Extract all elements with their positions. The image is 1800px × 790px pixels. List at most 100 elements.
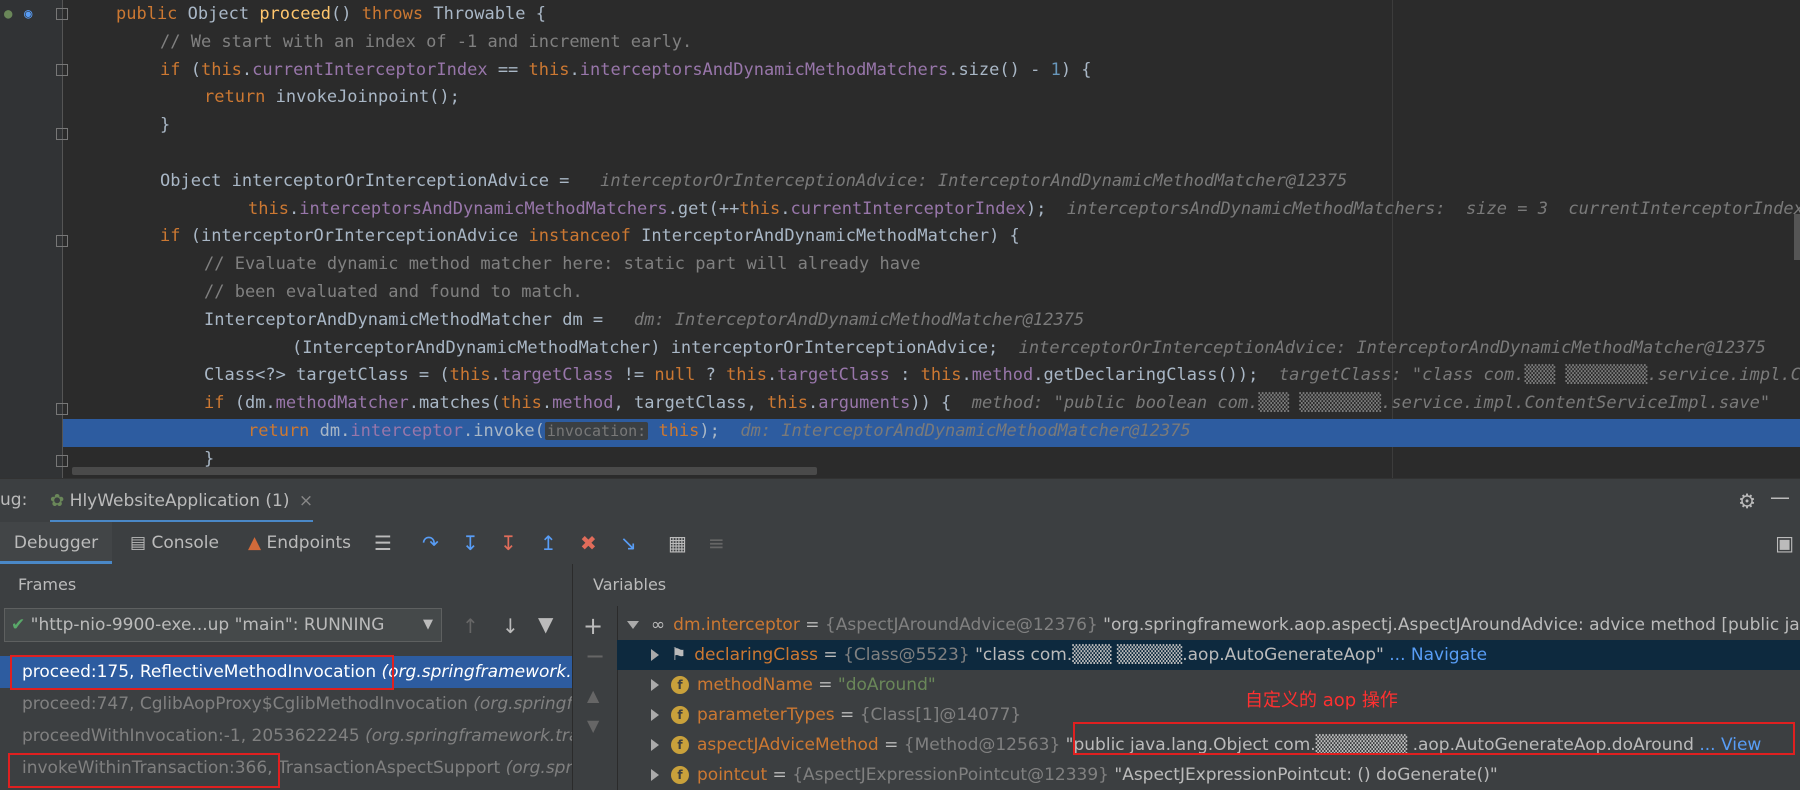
code-line[interactable]: InterceptorAndDynamicMethodMatcher dm = … bbox=[204, 306, 1084, 334]
gear-icon[interactable]: ⚙ bbox=[1738, 489, 1756, 513]
frame-up-icon[interactable]: ↑ bbox=[462, 614, 479, 638]
frame-item[interactable]: proceed:175, ReflectiveMethodInvocation … bbox=[0, 656, 572, 688]
code-line[interactable]: // been evaluated and found to match. bbox=[204, 278, 583, 306]
variable-type: {Class[1]@14077} bbox=[859, 705, 1022, 725]
code-line[interactable]: } bbox=[160, 111, 170, 139]
code-token: invokeJoinpoint(); bbox=[275, 87, 460, 108]
code-token: Throwable { bbox=[433, 4, 546, 24]
code-token: interceptor bbox=[350, 421, 463, 441]
frame-item[interactable]: proceedWithInvocation:-1, 2053622245 (or… bbox=[0, 720, 572, 752]
frame-package: (org.springframework.transaction) bbox=[505, 758, 572, 778]
move-up-icon[interactable]: ▲ bbox=[587, 686, 599, 705]
fold-marker-icon[interactable] bbox=[56, 403, 68, 415]
tab-console[interactable]: ▤ Console bbox=[130, 522, 219, 564]
code-token: )) { bbox=[910, 393, 952, 414]
fold-marker-icon[interactable] bbox=[56, 8, 68, 20]
expand-arrow-icon[interactable] bbox=[651, 649, 659, 661]
code-line[interactable]: this.interceptorsAndDynamicMethodMatcher… bbox=[248, 195, 1800, 223]
frame-method: proceed:175, ReflectiveMethodInvocation bbox=[22, 662, 377, 682]
variable-row[interactable]: f methodName = "doAround" bbox=[617, 670, 1800, 700]
code-token: currentInterceptorIndex bbox=[252, 59, 488, 80]
variable-row[interactable]: f parameterTypes = {Class[1]@14077} bbox=[617, 700, 1800, 730]
field-icon: f bbox=[671, 676, 689, 694]
filter-icon[interactable]: ▼ bbox=[538, 612, 553, 636]
frame-item[interactable]: proceed:747, CglibAopProxy$CglibMethodIn… bbox=[0, 688, 572, 720]
fold-marker-icon[interactable] bbox=[56, 64, 68, 76]
chevron-down-icon[interactable]: ▼ bbox=[423, 609, 433, 641]
code-token: . bbox=[288, 198, 300, 219]
variable-row[interactable]: ⚑ declaringClass = {Class@5523} "class co… bbox=[617, 640, 1800, 670]
drop-frame-icon[interactable]: ✖ bbox=[580, 532, 597, 554]
frame-down-icon[interactable]: ↓ bbox=[502, 614, 519, 638]
code-line[interactable]: if (interceptorOrInterceptionAdvice inst… bbox=[160, 222, 1020, 250]
code-line[interactable]: public Object proceed() throws Throwable… bbox=[116, 0, 546, 28]
code-line[interactable]: if (dm.methodMatcher.matches(this.method… bbox=[204, 389, 1770, 417]
code-line[interactable]: if (this.currentInterceptorIndex == this… bbox=[160, 56, 1092, 84]
endpoints-icon: ▲ bbox=[248, 533, 262, 553]
code-token: (InterceptorAndDynamicMethodMatcher) int… bbox=[292, 337, 999, 358]
horizontal-scrollbar[interactable] bbox=[72, 467, 817, 475]
code-token: targetClass bbox=[777, 365, 890, 386]
move-down-icon[interactable]: ▼ bbox=[587, 716, 599, 735]
variable-link[interactable]: ... View bbox=[1694, 735, 1761, 755]
code-line[interactable]: return dm.interceptor.invoke(invocation:… bbox=[248, 417, 1191, 445]
force-step-into-icon[interactable]: ↧ bbox=[500, 532, 517, 554]
debugger-toolbar: Debugger ▤ Console ▲ Endpoints ☰ ↷ ↧ ↧ ↥… bbox=[0, 522, 1800, 565]
code-token: Object bbox=[187, 4, 260, 24]
code-token: this bbox=[528, 59, 570, 80]
expand-arrow-icon[interactable] bbox=[651, 769, 659, 781]
restore-layout-icon[interactable]: ▣ bbox=[1775, 532, 1794, 554]
expand-arrow-icon[interactable] bbox=[651, 739, 659, 751]
expand-arrow-icon[interactable] bbox=[651, 709, 659, 721]
code-token: InterceptorAndDynamicMethodMatcher dm = bbox=[204, 309, 614, 330]
code-token: this bbox=[767, 393, 808, 414]
run-to-cursor-icon[interactable]: ↘ bbox=[620, 532, 637, 554]
variable-eq: = bbox=[799, 615, 825, 635]
code-token: if bbox=[160, 59, 191, 80]
code-line[interactable]: (InterceptorAndDynamicMethodMatcher) int… bbox=[292, 334, 1766, 362]
evaluate-expression-icon[interactable]: ▦ bbox=[668, 532, 687, 554]
step-out-icon[interactable]: ↥ bbox=[540, 532, 557, 554]
code-line[interactable]: return invokeJoinpoint(); bbox=[204, 83, 460, 111]
frames-title: Frames bbox=[18, 575, 77, 594]
code-line[interactable]: // Evaluate dynamic method matcher here:… bbox=[204, 250, 920, 278]
step-over-icon[interactable]: ↷ bbox=[422, 532, 439, 554]
code-token: dm: InterceptorAndDynamicMethodMatcher@1… bbox=[613, 309, 1085, 330]
frame-package: (org.springframework.transaction) bbox=[365, 726, 572, 746]
code-token: method: "public boolean com.▒▒▒ ▒▒▒▒▒▒▒▒… bbox=[951, 393, 1771, 414]
variable-row[interactable]: f pointcut = {AspectJExpressionPointcut@1… bbox=[617, 760, 1800, 790]
tab-debugger[interactable]: Debugger bbox=[0, 522, 112, 564]
minimize-icon[interactable]: — bbox=[1770, 485, 1790, 509]
fold-marker-icon[interactable] bbox=[56, 128, 68, 140]
editor-gutter[interactable]: ● ◉ bbox=[0, 0, 68, 478]
code-line[interactable]: // We start with an index of -1 and incr… bbox=[160, 28, 692, 56]
trace-stream-icon[interactable]: ≡ bbox=[708, 532, 725, 554]
add-watch-icon[interactable]: + bbox=[583, 612, 603, 640]
layout-menu-icon[interactable]: ☰ bbox=[374, 532, 392, 554]
vertical-scrollbar[interactable] bbox=[1794, 214, 1800, 260]
variable-name: declaringClass bbox=[694, 645, 818, 665]
code-line[interactable]: Object interceptorOrInterceptionAdvice =… bbox=[160, 167, 1347, 195]
tab-endpoints[interactable]: ▲ Endpoints bbox=[248, 522, 351, 564]
remove-watch-icon[interactable]: − bbox=[585, 642, 605, 670]
annotation-note: 自定义的 aop 操作 bbox=[1245, 690, 1398, 711]
implements-marker-icon[interactable]: ◉ bbox=[24, 6, 32, 22]
code-token: (interceptorOrInterceptionAdvice bbox=[190, 226, 529, 247]
fold-marker-icon[interactable] bbox=[56, 455, 68, 467]
variable-link[interactable]: ... Navigate bbox=[1384, 645, 1487, 665]
collapse-arrow-icon[interactable] bbox=[627, 621, 639, 629]
step-into-icon[interactable]: ↧ bbox=[462, 532, 479, 554]
expand-arrow-icon[interactable] bbox=[651, 679, 659, 691]
override-marker-icon[interactable]: ● bbox=[4, 6, 12, 22]
code-editor[interactable]: ● ◉ public Object proceed() throws Throw… bbox=[0, 0, 1800, 478]
variable-row[interactable]: ∞ dm.interceptor = {AspectJAroundAdvice@1… bbox=[617, 610, 1800, 640]
fold-marker-icon[interactable] bbox=[56, 235, 68, 247]
code-line[interactable]: Class<?> targetClass = (this.targetClass… bbox=[204, 361, 1800, 389]
thread-selector[interactable]: ✔ "http-nio-9900-exe...up "main": RUNNIN… bbox=[4, 608, 442, 642]
debug-session-tab[interactable]: ✿ HlyWebsiteApplication (1) × bbox=[50, 479, 314, 523]
frame-item[interactable]: invokeWithinTransaction:366, Transaction… bbox=[0, 752, 572, 784]
variable-row[interactable]: f aspectJAdviceMethod = {Method@12563} "p… bbox=[617, 730, 1800, 760]
code-token: ); bbox=[1025, 198, 1047, 219]
field-icon: f bbox=[671, 736, 689, 754]
close-tab-icon[interactable]: × bbox=[299, 491, 313, 511]
